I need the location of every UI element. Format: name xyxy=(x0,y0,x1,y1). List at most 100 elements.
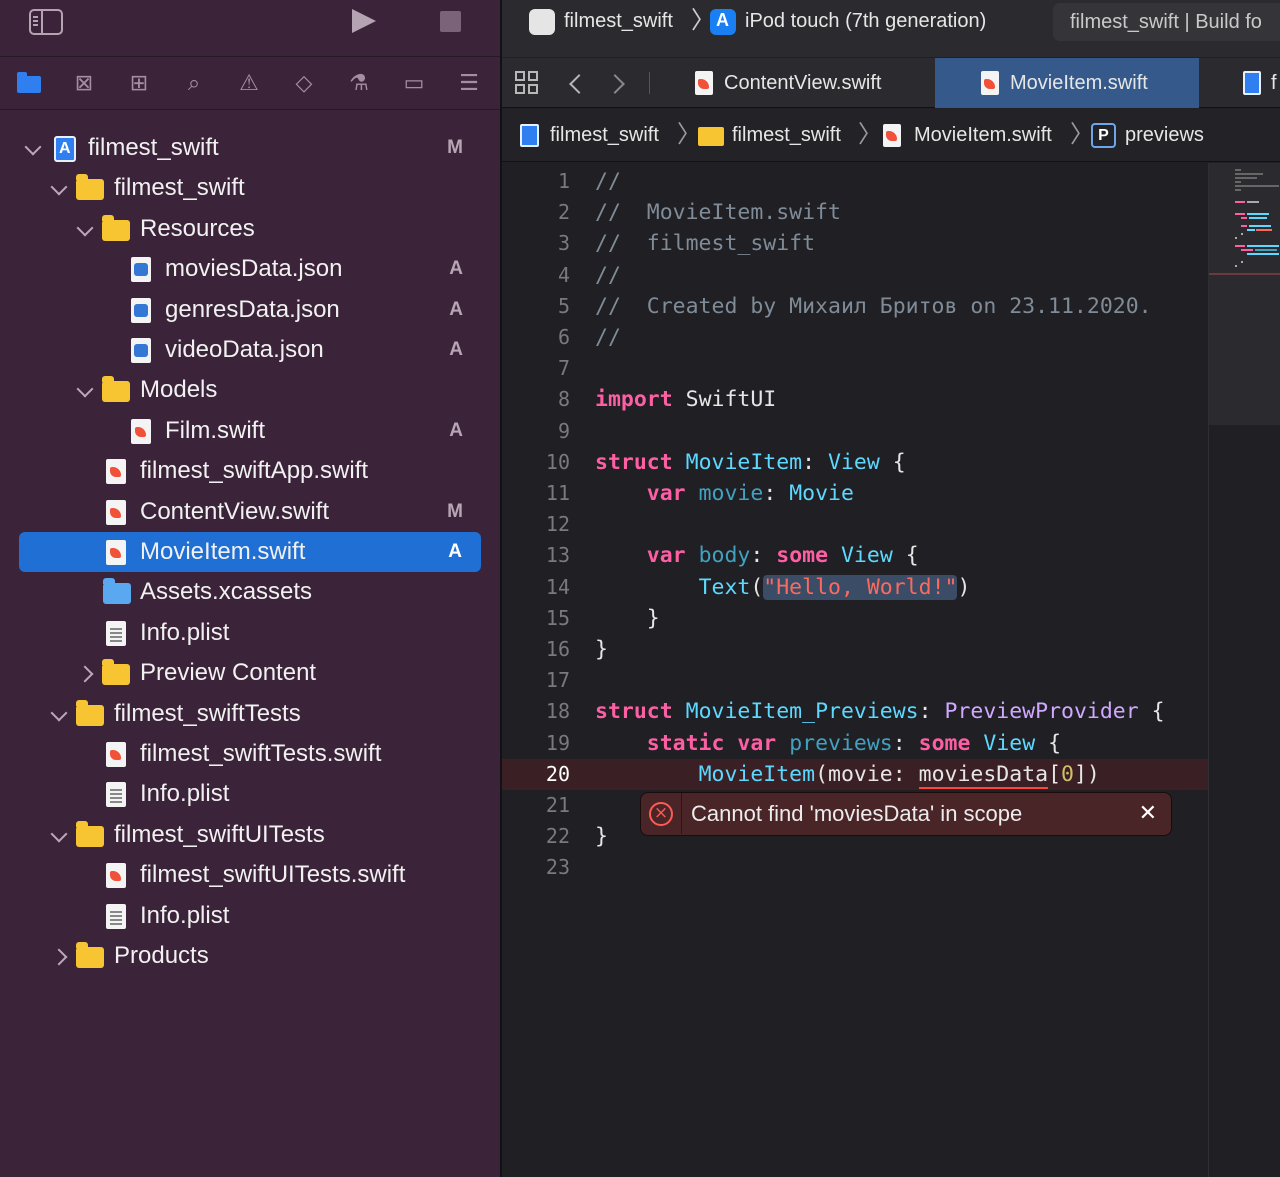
tree-row-file[interactable]: filmest_swiftTests.swift xyxy=(0,734,500,774)
test-navigator-diamond-icon[interactable]: ◇ xyxy=(289,70,319,98)
scm-status-badge: A xyxy=(449,419,463,441)
tree-row-group[interactable]: Products xyxy=(0,936,500,976)
sidebar-toggle-icon[interactable] xyxy=(29,9,63,35)
module-token: SwiftUI xyxy=(685,387,777,413)
stop-button[interactable] xyxy=(440,11,461,32)
disclosure-chevron-icon[interactable] xyxy=(50,815,70,855)
folder-icon xyxy=(76,820,104,847)
tree-row-file[interactable]: ContentView.swift M xyxy=(0,492,500,532)
breadcrumb-project[interactable]: filmest_swift xyxy=(550,109,659,162)
line-number: 9 xyxy=(557,418,570,443)
line-number: 23 xyxy=(545,855,570,880)
line-number: 18 xyxy=(545,699,570,724)
disclosure-chevron-icon[interactable] xyxy=(50,694,70,734)
tab-movieitem[interactable]: MovieItem.swift xyxy=(935,58,1199,108)
tree-row-group[interactable]: Models xyxy=(0,370,500,410)
tree-row-file[interactable]: Info.plist xyxy=(0,896,500,936)
tree-item-label: filmest_swiftApp.swift xyxy=(140,457,369,485)
line-number: 7 xyxy=(557,356,570,381)
scheme-selector[interactable]: filmest_swift xyxy=(564,0,673,42)
line-number: 8 xyxy=(557,387,570,412)
error-banner[interactable]: × Cannot find 'moviesData' in scope ✕ xyxy=(640,792,1172,836)
plist-file-icon xyxy=(106,782,126,808)
tree-row-file[interactable]: Info.plist xyxy=(0,613,500,653)
issue-navigator-warning-icon[interactable]: ⚠ xyxy=(234,70,264,98)
tab-contentview[interactable]: ContentView.swift xyxy=(657,58,935,108)
code-line: 4// xyxy=(502,260,1208,291)
tree-row-file[interactable]: filmest_swiftUITests.swift xyxy=(0,855,500,895)
tree-row-group[interactable]: Preview Content xyxy=(0,653,500,693)
tree-item-label: Products xyxy=(114,942,209,969)
code-line: 5 // Created by Михаил Бритов on 23.11.20… xyxy=(502,291,1208,322)
source-editor[interactable]: 1// 2 // MovieItem.swift 3 // filmest_swif… xyxy=(502,163,1208,1177)
tree-row-group[interactable]: Resources xyxy=(0,209,500,249)
code-line: 13 var body: some View { xyxy=(502,540,1208,571)
tree-item-label: genresData.json xyxy=(165,295,340,323)
project-navigator-folder-icon[interactable] xyxy=(14,70,44,98)
tree-row-project[interactable]: filmest_swift M xyxy=(0,128,500,169)
tree-row-group[interactable]: filmest_swiftTests xyxy=(0,694,500,734)
property-token: previews xyxy=(789,730,893,756)
scheme-app-icon xyxy=(529,9,555,35)
line-number: 21 xyxy=(545,793,570,817)
plist-file-icon xyxy=(106,620,126,646)
back-arrow-icon[interactable] xyxy=(569,74,589,94)
report-navigator-list-icon[interactable]: ☰ xyxy=(454,70,484,98)
breakpoint-navigator-tag-icon[interactable]: ▭ xyxy=(399,70,429,98)
code-line: 10 struct MovieItem: View { xyxy=(502,447,1208,478)
swift-file-icon xyxy=(106,499,126,525)
disclosure-chevron-icon[interactable] xyxy=(24,128,44,168)
tree-item-label: videoData.json xyxy=(165,336,324,363)
disclosure-chevron-icon[interactable] xyxy=(76,209,96,249)
minimap[interactable] xyxy=(1208,163,1280,1177)
build-status-field[interactable]: filmest_swift | Build fo xyxy=(1053,3,1280,41)
swift-file-icon xyxy=(106,459,126,485)
property-symbol-icon: P xyxy=(1091,123,1116,148)
tree-row-group[interactable]: filmest_swift xyxy=(0,168,500,208)
tab-project[interactable]: f xyxy=(1199,58,1280,108)
run-button[interactable] xyxy=(352,9,376,33)
tree-row-file[interactable]: Info.plist xyxy=(0,774,500,814)
scm-status-badge: A xyxy=(449,258,463,280)
line-number: 12 xyxy=(545,512,570,537)
breadcrumb-file[interactable]: MovieItem.swift xyxy=(914,109,1052,162)
line-number: 5 xyxy=(557,293,570,318)
type-decl-token: MovieItem_Previews xyxy=(685,699,919,725)
folder-icon xyxy=(698,127,724,146)
source-control-icon[interactable]: ⊠ xyxy=(69,70,99,98)
line-number: 20 xyxy=(545,761,570,786)
tree-row-file[interactable]: moviesData.json A xyxy=(0,249,500,289)
related-items-grid-icon[interactable] xyxy=(515,71,539,95)
debug-navigator-spray-icon[interactable]: ⚗ xyxy=(344,70,374,98)
property-token: body xyxy=(698,543,751,569)
line-number: 1 xyxy=(557,169,570,193)
disclosure-chevron-icon[interactable] xyxy=(50,168,70,208)
tree-row-file[interactable]: genresData.json A xyxy=(0,290,500,330)
tree-row-file[interactable]: videoData.json A xyxy=(0,330,500,370)
breadcrumb-group[interactable]: filmest_swift xyxy=(732,109,841,162)
argument-label-token: movie: xyxy=(828,761,919,787)
forward-arrow-icon[interactable] xyxy=(605,74,625,94)
editor-tab-bar: ContentView.swift MovieItem.swift f xyxy=(502,58,1280,108)
tree-row-group[interactable]: filmest_swiftUITests xyxy=(0,815,500,855)
tree-row-file-selected[interactable]: MovieItem.swift A xyxy=(19,532,481,572)
close-icon[interactable]: ✕ xyxy=(1139,793,1157,835)
code-line: 1// xyxy=(502,166,1208,197)
swift-file-icon xyxy=(106,863,126,889)
tree-item-label: Assets.xcassets xyxy=(140,578,313,606)
disclosure-chevron-icon[interactable] xyxy=(52,936,72,976)
code-line: 18 struct MovieItem_Previews: PreviewProv… xyxy=(502,696,1208,727)
code-line: 6// xyxy=(502,322,1208,353)
line-number: 14 xyxy=(545,574,570,599)
tree-row-file[interactable]: filmest_swiftApp.swift xyxy=(0,451,500,491)
breadcrumb-symbol[interactable]: previews xyxy=(1125,109,1204,162)
symbol-navigator-icon[interactable]: ⊞ xyxy=(124,70,154,98)
type-token: View xyxy=(983,730,1036,756)
disclosure-chevron-icon[interactable] xyxy=(78,653,98,693)
find-navigator-search-icon[interactable]: ⌕ xyxy=(179,70,209,98)
code-line: 11 var movie: Movie xyxy=(502,478,1208,509)
disclosure-chevron-icon[interactable] xyxy=(76,370,96,410)
tree-row-file[interactable]: Film.swift A xyxy=(0,411,500,451)
destination-selector[interactable]: iPod touch (7th generation) xyxy=(745,0,986,42)
tree-row-file[interactable]: Assets.xcassets xyxy=(0,572,500,612)
